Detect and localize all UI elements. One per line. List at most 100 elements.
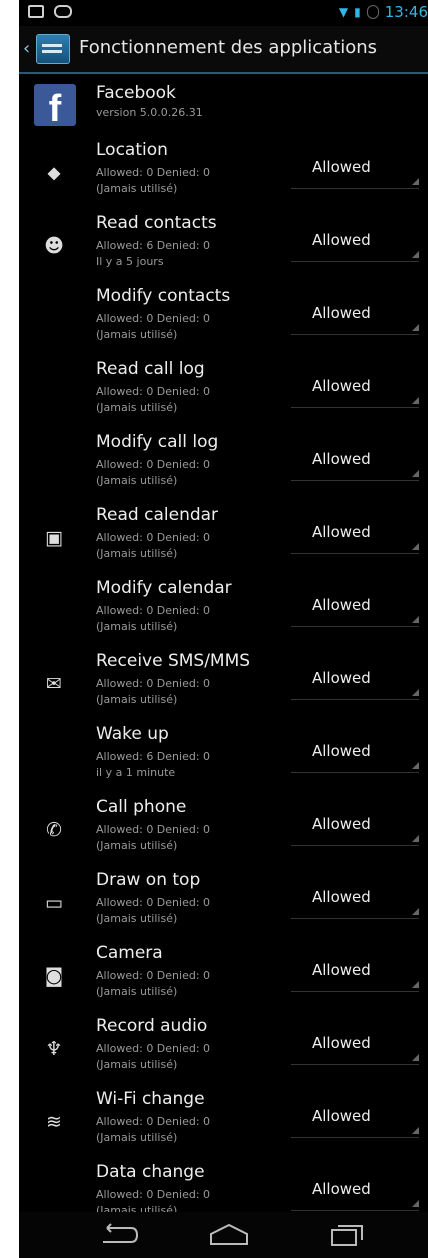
permission-mode-spinner[interactable]: Allowed	[291, 586, 419, 627]
permission-mode-spinner[interactable]: Allowed	[291, 440, 419, 481]
spinner-arrow-icon	[412, 178, 419, 185]
permission-counts: Allowed: 0 Denied: 0	[96, 385, 211, 398]
app-ops-icon[interactable]	[36, 34, 70, 64]
navigation-bar	[19, 1212, 428, 1258]
location-pin-icon: ⬥	[47, 162, 61, 184]
home-icon[interactable]	[207, 1222, 251, 1248]
permission-row[interactable]: ✆ Call phone Allowed: 0 Denied: 0 (Jamais u…	[19, 795, 428, 868]
permission-last-used: (Jamais utilisé)	[96, 1058, 178, 1071]
permission-last-used: (Jamais utilisé)	[96, 693, 178, 706]
permission-mode-value: Allowed	[312, 815, 371, 833]
permission-counts: Allowed: 0 Denied: 0	[96, 1042, 211, 1055]
permission-mode-value: Allowed	[312, 961, 371, 979]
permission-last-used: (Jamais utilisé)	[96, 985, 178, 998]
spinner-arrow-icon	[412, 835, 419, 842]
permission-last-used: (Jamais utilisé)	[96, 620, 178, 633]
app-name: Facebook	[96, 83, 176, 103]
message-icon: ✉	[46, 673, 62, 695]
permission-last-used: (Jamais utilisé)	[96, 401, 178, 414]
notification-icons	[28, 5, 72, 18]
permission-last-used: (Jamais utilisé)	[96, 547, 178, 560]
permission-name: Wi-Fi change	[96, 1089, 205, 1109]
permission-mode-spinner[interactable]: Allowed	[291, 878, 419, 919]
permission-row[interactable]: ▣ Read calendar Allowed: 0 Denied: 0 (Jamai…	[19, 503, 428, 576]
permission-counts: Allowed: 0 Denied: 0	[96, 531, 211, 544]
permission-counts: Allowed: 0 Denied: 0	[96, 166, 211, 179]
permission-mode-spinner[interactable]: Allowed	[291, 1024, 419, 1065]
permission-row[interactable]: Modify calendar Allowed: 0 Denied: 0 (Jama…	[19, 576, 428, 649]
facebook-icon: f	[34, 84, 76, 126]
permission-row[interactable]: Read call log Allowed: 0 Denied: 0 (Jamais…	[19, 357, 428, 430]
permission-mode-spinner[interactable]: Allowed	[291, 805, 419, 846]
spinner-arrow-icon	[412, 1127, 419, 1134]
permission-mode-value: Allowed	[312, 523, 371, 541]
permission-counts: Allowed: 0 Denied: 0	[96, 677, 211, 690]
permission-last-used: (Jamais utilisé)	[96, 839, 178, 852]
permission-name: Draw on top	[96, 870, 201, 890]
permission-row[interactable]: ◙ Camera Allowed: 0 Denied: 0 (Jamais utili…	[19, 941, 428, 1014]
spinner-arrow-icon	[412, 470, 419, 477]
back-icon[interactable]	[95, 1222, 139, 1248]
permission-last-used: (Jamais utilisé)	[96, 474, 178, 487]
permission-mode-spinner[interactable]: Allowed	[291, 1097, 419, 1138]
permission-counts: Allowed: 0 Denied: 0	[96, 896, 211, 909]
permission-row[interactable]: ▭ Draw on top Allowed: 0 Denied: 0 (Jamais …	[19, 868, 428, 941]
permission-row[interactable]: ♆ Record audio Allowed: 0 Denied: 0 (Jamais…	[19, 1014, 428, 1087]
spinner-arrow-icon	[412, 762, 419, 769]
permission-mode-spinner[interactable]: Allowed	[291, 367, 419, 408]
spinner-arrow-icon	[412, 324, 419, 331]
permission-name: Read calendar	[96, 505, 219, 525]
permission-row[interactable]: ✉ Receive SMS/MMS Allowed: 0 Denied: 0 (Jam…	[19, 649, 428, 722]
permission-name: Wake up	[96, 724, 169, 744]
permission-row[interactable]: Modify call log Allowed: 0 Denied: 0 (Jama…	[19, 430, 428, 503]
permission-name: Record audio	[96, 1016, 208, 1036]
calendar-icon: ▣	[45, 527, 63, 549]
permission-row[interactable]: ⬥ Location Allowed: 0 Denied: 0 (Jamais uti…	[19, 138, 428, 211]
permission-counts: Allowed: 0 Denied: 0	[96, 458, 211, 471]
permission-mode-spinner[interactable]: Allowed	[291, 294, 419, 335]
permission-mode-value: Allowed	[312, 669, 371, 687]
permission-name: Data change	[96, 1162, 205, 1182]
up-navigation-icon[interactable]: ‹	[23, 38, 30, 59]
permission-row[interactable]: Modify contacts Allowed: 0 Denied: 0 (Jama…	[19, 284, 428, 357]
permission-mode-spinner[interactable]: Allowed	[291, 659, 419, 700]
permission-mode-spinner[interactable]: Allowed	[291, 221, 419, 262]
permission-last-used: (Jamais utilisé)	[96, 182, 178, 195]
recent-apps-icon[interactable]	[324, 1222, 368, 1248]
permission-counts: Allowed: 0 Denied: 0	[96, 1188, 211, 1201]
permission-mode-spinner[interactable]: Allowed	[291, 513, 419, 554]
permission-counts: Allowed: 0 Denied: 0	[96, 604, 211, 617]
spinner-arrow-icon	[412, 543, 419, 550]
permission-mode-spinner[interactable]: Allowed	[291, 1170, 419, 1211]
camera-icon: ◙	[44, 965, 64, 987]
app-header: f Facebook version 5.0.0.26.31	[19, 76, 428, 138]
permission-last-used: (Jamais utilisé)	[96, 912, 178, 925]
permission-row[interactable]: Wake up Allowed: 6 Denied: 0 il y a 1 minu…	[19, 722, 428, 795]
permission-counts: Allowed: 0 Denied: 0	[96, 1115, 211, 1128]
permission-mode-spinner[interactable]: Allowed	[291, 148, 419, 189]
action-bar-title: Fonctionnement des applications	[79, 37, 378, 58]
permission-name: Receive SMS/MMS	[96, 651, 251, 671]
wifi-signal-icon: ▼	[338, 5, 349, 19]
permission-row[interactable]: ≋ Wi-Fi change Allowed: 0 Denied: 0 (Jamais…	[19, 1087, 428, 1160]
permission-row[interactable]: ☻ Read contacts Allowed: 6 Denied: 0 Il y a…	[19, 211, 428, 284]
spinner-arrow-icon	[412, 616, 419, 623]
spinner-arrow-icon	[412, 397, 419, 404]
permission-name: Modify calendar	[96, 578, 232, 598]
permission-counts: Allowed: 6 Denied: 0	[96, 750, 211, 763]
permission-name: Modify call log	[96, 432, 219, 452]
image-notification-icon	[28, 5, 44, 18]
status-time: 13:46	[384, 3, 428, 21]
permission-mode-spinner[interactable]: Allowed	[291, 732, 419, 773]
permission-mode-spinner[interactable]: Allowed	[291, 951, 419, 992]
permission-mode-value: Allowed	[312, 231, 371, 249]
permission-name: Read call log	[96, 359, 205, 379]
permission-counts: Allowed: 0 Denied: 0	[96, 823, 211, 836]
gamepad-notification-icon	[54, 5, 72, 18]
permission-last-used: (Jamais utilisé)	[96, 328, 178, 341]
phone-icon: ✆	[46, 819, 62, 841]
permission-name: Modify contacts	[96, 286, 231, 306]
status-indicators: ▼ ▮ 13:46	[339, 3, 428, 21]
spinner-arrow-icon	[412, 689, 419, 696]
permission-mode-value: Allowed	[312, 304, 371, 322]
